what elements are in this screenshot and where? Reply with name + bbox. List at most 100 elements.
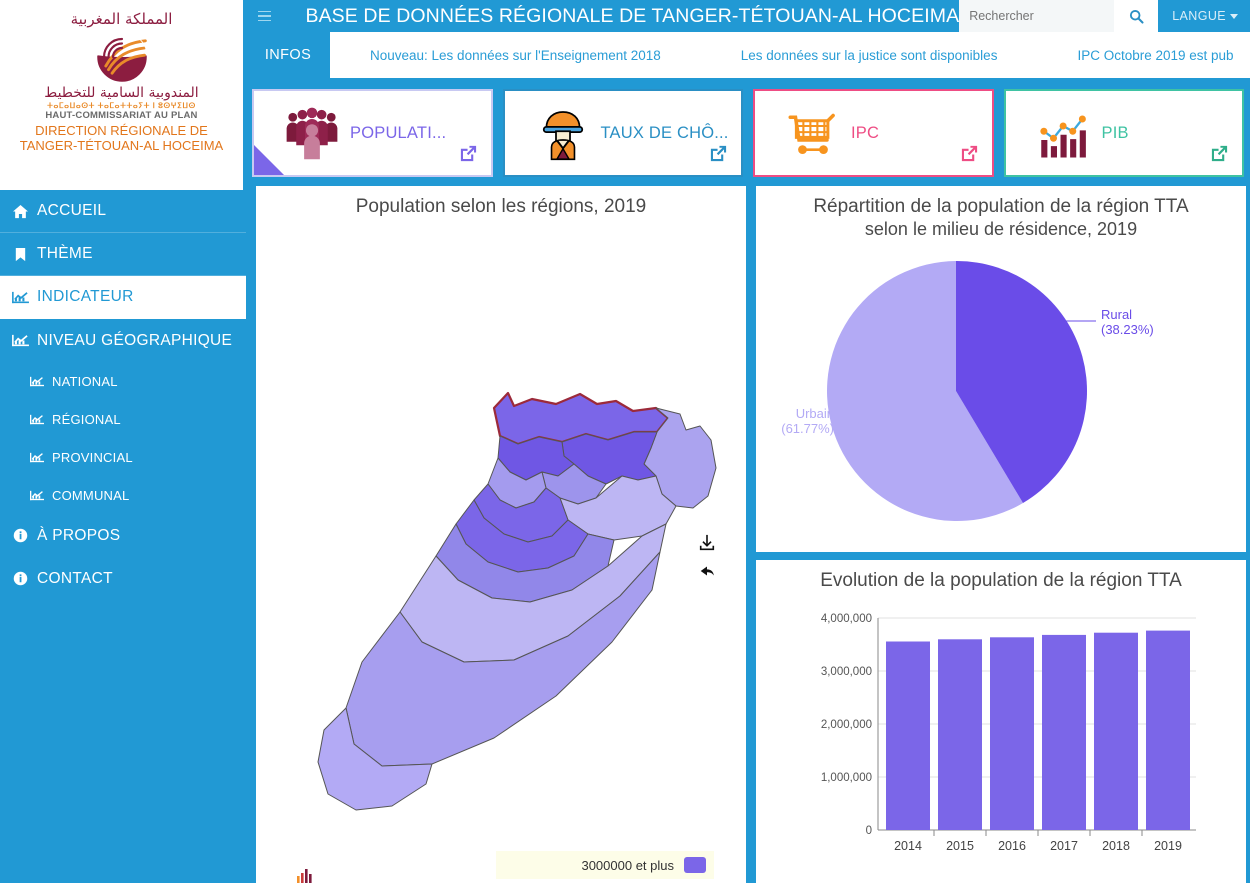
people-group-icon — [286, 107, 338, 160]
bar-2018[interactable] — [1094, 632, 1138, 830]
bar-chart[interactable]: 4,000,000 3,000,000 2,000,000 1,000,000 … — [756, 592, 1246, 872]
sidebar-item-accueil[interactable]: ACCUEIL — [0, 190, 246, 233]
map-title: Population selon les régions, 2019 — [355, 196, 647, 217]
pie-label-rural-name: Rural — [1101, 307, 1132, 322]
legend-swatch — [684, 857, 706, 873]
card-corner-accent — [254, 145, 284, 175]
sidebar-item-label: NATIONAL — [52, 373, 118, 389]
download-icon[interactable] — [698, 534, 716, 552]
bar-2017[interactable] — [1042, 634, 1086, 830]
chart-icon — [30, 414, 44, 424]
x-tick-label: 2016 — [998, 839, 1026, 853]
x-tick-label: 2018 — [1102, 839, 1130, 853]
chart-icon — [12, 291, 29, 303]
chart-icon — [30, 490, 44, 500]
pie-chart[interactable]: Rural (38.23%) Urbain (61.77%) — [756, 241, 1246, 541]
bar-2014[interactable] — [886, 641, 930, 831]
panel-residence-pie: Répartition de la population de la régio… — [756, 186, 1246, 552]
external-link-icon[interactable] — [960, 144, 979, 163]
external-link-icon[interactable] — [1210, 144, 1229, 163]
bar-chart-area: 4,000,000 3,000,000 2,000,000 1,000,000 … — [756, 592, 1246, 862]
y-tick-label: 0 — [866, 825, 872, 837]
kpi-label: PIB — [1101, 123, 1129, 142]
y-tick-label: 2,000,000 — [821, 719, 872, 731]
x-tick-label: 2017 — [1050, 839, 1078, 853]
kpi-card-taux-de-chomage[interactable]: TAUX DE CHÔ... — [502, 89, 743, 177]
pie-label-rural-value: (38.23%) — [1101, 322, 1154, 337]
ticker-item[interactable]: Nouveau: Les données sur l'Enseignement … — [330, 48, 701, 63]
x-tick-label: 2019 — [1154, 839, 1182, 853]
legend-label: 3000000 et plus — [581, 857, 674, 873]
sidebar-item-contact[interactable]: CONTACT — [0, 557, 246, 600]
sidebar-item-theme[interactable]: THÈME — [0, 233, 246, 276]
y-tick-label: 4,000,000 — [821, 613, 872, 625]
pie-label-urbain-value: (61.77%) — [781, 421, 834, 436]
info-icon — [13, 528, 28, 543]
bar-2019[interactable] — [1146, 630, 1190, 830]
bar-title: Evolution de la population de la région … — [820, 570, 1182, 591]
sidebar-item-provincial[interactable]: PROVINCIAL — [0, 438, 246, 476]
ticker-item[interactable]: IPC Octobre 2019 est pub — [1037, 48, 1250, 63]
sidebar-item-indicateur[interactable]: INDICATEUR — [0, 276, 246, 319]
language-dropdown[interactable]: LANGUE — [1158, 0, 1250, 32]
search-button[interactable] — [1114, 0, 1159, 32]
sidebar: المملكة المغربية المندوبية السامية للتخط — [0, 0, 246, 883]
x-tick-label: 2014 — [894, 839, 922, 853]
map-toolbar — [698, 534, 716, 580]
kpi-card-row: POPULATI... TAUX DE CHÔ... IPC PIB — [246, 78, 1250, 188]
kpi-card-pib[interactable]: PIB — [1003, 89, 1244, 177]
bar-2015[interactable] — [938, 639, 982, 830]
hcp-mini-chart-logo-icon — [297, 869, 312, 883]
sidebar-item-national[interactable]: NATIONAL — [0, 362, 246, 400]
kpi-card-ipc[interactable]: IPC — [753, 89, 994, 177]
sidebar-item-a-propos[interactable]: À PROPOS — [0, 514, 246, 557]
hcp-logo-icon — [95, 31, 148, 83]
chevron-down-icon — [1230, 13, 1238, 19]
brand-hcp-label: HAUT-COMMISSARIAT AU PLAN — [45, 110, 198, 121]
reset-arrow-icon[interactable] — [698, 562, 716, 580]
pie-chart-area: Rural (38.23%) Urbain (61.77%) — [756, 241, 1246, 541]
kpi-card-population[interactable]: POPULATI... — [252, 89, 493, 177]
bar-line-chart-icon — [1039, 115, 1086, 158]
external-link-icon[interactable] — [709, 144, 728, 163]
sidebar-item-label: PROVINCIAL — [52, 449, 133, 465]
chart-icon — [30, 376, 44, 386]
sidebar-item-label: INDICATEUR — [37, 288, 134, 305]
kpi-label: TAUX DE CHÔ... — [600, 123, 729, 142]
home-icon — [13, 204, 28, 218]
info-ticker: INFOS Nouveau: Les données sur l'Enseign… — [246, 32, 1250, 78]
brand-arabic-kingdom: المملكة المغربية — [70, 10, 173, 28]
sidebar-item-niveau-geographique[interactable]: NIVEAU GÉOGRAPHIQUE — [0, 319, 246, 362]
y-tick-label: 3,000,000 — [821, 666, 872, 678]
morocco-choropleth-map[interactable] — [256, 218, 746, 858]
ticker-item[interactable]: Les données sur la justice sont disponib… — [701, 48, 1038, 63]
brand-logo-block: المملكة المغربية المندوبية السامية للتخط — [0, 0, 246, 190]
external-link-icon[interactable] — [459, 144, 478, 163]
pie-title-line2: selon le milieu de résidence, 2019 — [864, 219, 1138, 239]
panel-population-map: Population selon les régions, 2019 30000… — [256, 186, 746, 883]
language-label: LANGUE — [1172, 9, 1226, 23]
kpi-label: POPULATI... — [350, 123, 447, 142]
bar-series-population[interactable] — [886, 630, 1190, 831]
sidebar-item-communal[interactable]: COMMUNAL — [0, 476, 246, 514]
pie-title-line1: Répartition de la population de la régio… — [813, 196, 1189, 217]
sidebar-item-label: COMMUNAL — [52, 487, 130, 503]
bar-2016[interactable] — [990, 637, 1034, 830]
kpi-label: IPC — [851, 123, 880, 142]
sidebar-item-label: À PROPOS — [37, 526, 121, 544]
pie-label-urbain-name: Urbain — [796, 406, 834, 421]
search-area: LANGUE — [959, 0, 1250, 32]
search-icon — [1129, 9, 1144, 24]
menu-toggle-icon[interactable] — [246, 10, 283, 22]
panel-population-evolution: Evolution de la population de la région … — [756, 560, 1246, 883]
sidebar-item-label: NIVEAU GÉOGRAPHIQUE — [37, 331, 233, 349]
ticker-label[interactable]: INFOS — [246, 32, 330, 78]
brand-direction-label: DIRECTION RÉGIONALE DE TANGER-TÉTOUAN-AL… — [19, 123, 224, 153]
info-icon — [13, 571, 28, 586]
app-root: المملكة المغربية المندوبية السامية للتخط — [0, 0, 1250, 883]
ticker-items: Nouveau: Les données sur l'Enseignement … — [330, 32, 1250, 78]
brand-arabic-hcp: المندوبية السامية للتخطيط — [44, 85, 199, 101]
search-input[interactable] — [959, 0, 1115, 32]
sidebar-item-regional[interactable]: RÉGIONAL — [0, 400, 246, 438]
sidebar-menu: ACCUEIL THÈME INDICATEUR NIVEAU GÉOGRAPH… — [0, 190, 246, 600]
